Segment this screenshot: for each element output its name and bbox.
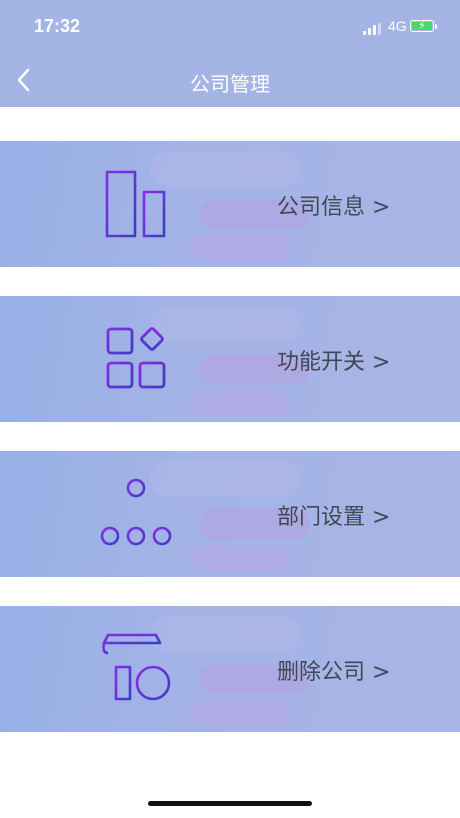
menu-item-feature-switch[interactable]: 功能开关 > bbox=[0, 296, 460, 422]
menu-label: 删除公司 > bbox=[277, 660, 391, 685]
store-remove-icon bbox=[102, 633, 171, 701]
page-title: 公司管理 bbox=[190, 72, 270, 96]
menu-item-company-info[interactable]: 公司信息 > bbox=[0, 141, 460, 267]
status-bar: 17:32 4G ⚡ bbox=[0, 0, 460, 56]
nav-bar: 公司管理 bbox=[0, 56, 460, 107]
network-type: 4G bbox=[388, 18, 407, 34]
menu-label: 公司信息 > bbox=[277, 195, 391, 220]
building-icon bbox=[102, 170, 170, 238]
battery-icon: ⚡ bbox=[410, 19, 434, 32]
org-chart-icon bbox=[100, 478, 172, 546]
menu-label: 功能开关 > bbox=[277, 350, 391, 375]
menu-item-department-settings[interactable]: 部门设置 > bbox=[0, 451, 460, 577]
home-indicator[interactable] bbox=[148, 801, 312, 806]
menu-item-delete-company[interactable]: 删除公司 > bbox=[0, 606, 460, 732]
apps-grid-icon bbox=[106, 327, 166, 389]
status-time: 17:32 bbox=[34, 16, 81, 36]
signal-icon bbox=[363, 23, 383, 35]
menu-label: 部门设置 > bbox=[277, 505, 391, 530]
